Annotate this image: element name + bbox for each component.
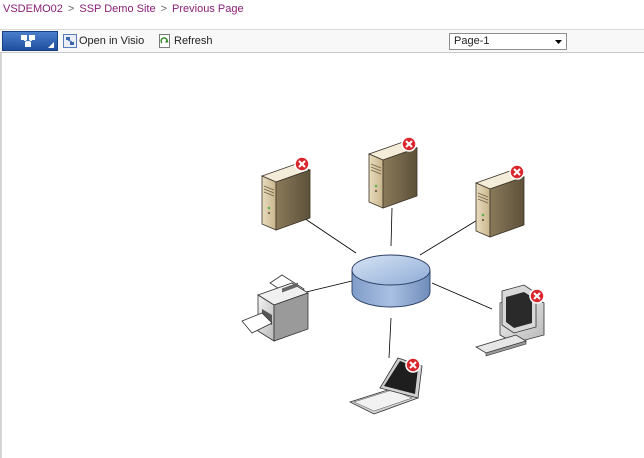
error-badge-icon bbox=[401, 136, 417, 152]
server-icon bbox=[261, 163, 311, 231]
error-badge-icon bbox=[405, 357, 421, 373]
network-diagram bbox=[241, 136, 545, 415]
page-select[interactable]: Page-1 bbox=[449, 33, 567, 50]
toolbar: Open in Visio Refresh Page-1 bbox=[0, 29, 644, 53]
open-in-visio-button[interactable]: Open in Visio bbox=[63, 34, 153, 50]
breadcrumb-ssp-demo-site[interactable]: SSP Demo Site bbox=[79, 3, 155, 15]
printer-icon bbox=[241, 274, 309, 342]
refresh-button[interactable]: Refresh bbox=[158, 34, 218, 50]
page-select-value: Page-1 bbox=[454, 35, 490, 47]
ethernet-hub-icon bbox=[351, 254, 431, 308]
visio-web-access-icon bbox=[21, 35, 35, 47]
breadcrumb: VSDEMO02 > SSP Demo Site > Previous Page bbox=[3, 1, 244, 19]
diagram-canvas[interactable] bbox=[0, 53, 644, 458]
breadcrumb-separator: > bbox=[160, 3, 168, 15]
error-badge-icon bbox=[509, 164, 525, 180]
visio-menu-button[interactable] bbox=[2, 31, 58, 51]
server-icon bbox=[368, 141, 418, 209]
breadcrumb-vsdemo02[interactable]: VSDEMO02 bbox=[3, 3, 63, 15]
refresh-icon bbox=[159, 34, 170, 48]
open-in-visio-icon bbox=[63, 34, 77, 48]
refresh-label: Refresh bbox=[174, 35, 213, 47]
dropdown-arrow-icon bbox=[48, 42, 54, 48]
chevron-down-icon bbox=[555, 40, 562, 44]
server-icon bbox=[475, 170, 525, 238]
error-badge-icon bbox=[294, 156, 310, 172]
error-badge-icon bbox=[529, 288, 545, 304]
breadcrumb-previous-page[interactable]: Previous Page bbox=[172, 3, 244, 15]
breadcrumb-separator: > bbox=[67, 3, 75, 15]
open-in-visio-label: Open in Visio bbox=[79, 35, 145, 47]
